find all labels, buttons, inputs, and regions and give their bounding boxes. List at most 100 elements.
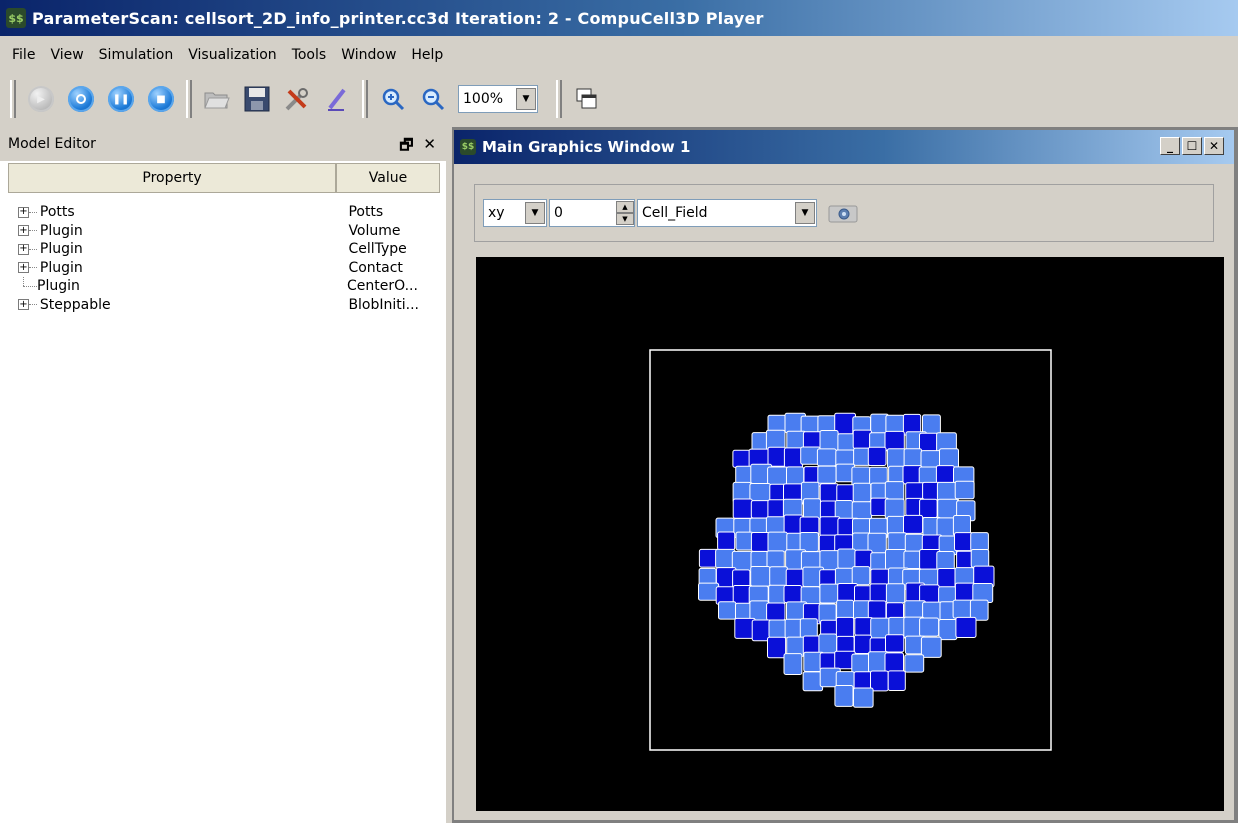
toolbar-separator [556,80,562,118]
chevron-down-icon[interactable]: ▼ [795,202,815,224]
cell [853,634,872,655]
cell [836,599,855,621]
zoom-value: 100% [463,91,504,107]
zoom-select[interactable]: 100% ▼ [458,85,538,113]
menu-window[interactable]: Window [335,47,405,63]
step-icon [68,86,94,112]
dock-splitter[interactable] [446,127,452,823]
cell [783,653,803,676]
main-graphics-window: $$ Main Graphics Window 1 _ ☐ ✕ xy ▼ 0 ▲… [454,130,1234,820]
cell [887,670,906,691]
menu-view[interactable]: View [44,47,92,63]
cascade-windows-button[interactable] [570,82,604,116]
cell [766,550,785,569]
folder-open-icon [204,92,230,109]
menu-bar: File View Simulation Visualization Tools… [0,38,1238,72]
cell [732,498,753,519]
screenshot-button[interactable] [827,202,859,224]
model-editor-dock: Model Editor 🗗 ✕ Property Value + Potts … [0,127,446,823]
cell [885,634,905,653]
cell [904,654,925,673]
chevron-down-icon[interactable]: ▼ [516,88,536,110]
expand-icon[interactable]: + [18,262,29,274]
cc3d-app-icon: $$ [6,8,26,28]
open-button[interactable] [200,82,234,116]
menu-help[interactable]: Help [405,47,452,63]
cell [837,548,856,569]
toolbar-separator [186,80,192,118]
cell-field-view [649,349,1052,751]
zoom-in-button[interactable] [376,82,410,116]
stop-button[interactable]: ■ [144,82,178,116]
tree-row[interactable]: Plugin CenterO... [18,277,438,296]
expand-icon[interactable]: + [18,206,29,218]
cell [767,636,787,659]
cell [885,583,906,604]
tree-row[interactable]: + Steppable BlobIniti... [18,296,438,315]
zoom-out-icon [422,88,445,111]
cell [768,619,788,639]
dock-title: Model Editor [8,136,96,152]
cell-blob [698,412,995,708]
close-button[interactable]: ✕ [1204,137,1224,155]
cell [919,498,938,519]
tools-icon [285,88,308,111]
slice-spinbox[interactable]: 0 ▲ ▼ [549,199,635,227]
title-bar: $$ ParameterScan: cellsort_2D_info_print… [0,0,1238,36]
cell [867,600,887,621]
toolbar-grip[interactable] [10,80,16,118]
cell [766,602,786,621]
menu-simulation[interactable]: Simulation [93,47,183,63]
cell [884,430,905,451]
maximize-icon: ☐ [1186,139,1198,153]
minimize-button[interactable]: _ [1160,137,1180,155]
property-name: Plugin [39,259,83,276]
cell [867,446,887,467]
property-value: BlobIniti... [348,296,420,313]
property-value: Potts [348,204,384,221]
configuration-button[interactable] [280,82,314,116]
cell [884,652,904,673]
tree-row[interactable]: + Plugin Contact [18,259,438,278]
cell [834,685,854,707]
column-header-value[interactable]: Value [336,163,440,193]
cell [819,483,839,504]
plane-select[interactable]: xy ▼ [483,199,547,227]
maximize-button[interactable]: ☐ [1182,137,1202,155]
tree-row[interactable]: + Plugin CellType [18,240,438,259]
step-button[interactable] [64,82,98,116]
close-icon[interactable]: ✕ [423,135,436,160]
plane-value: xy [488,205,505,221]
spin-down-icon[interactable]: ▼ [616,213,634,225]
cell [852,482,872,503]
spin-up-icon[interactable]: ▲ [616,201,634,213]
edit-xml-button[interactable] [320,82,354,116]
cell [799,618,818,639]
field-select[interactable]: Cell_Field ▼ [637,199,817,227]
save-button[interactable] [240,82,274,116]
property-value: CenterO... [347,278,418,295]
tree-row[interactable]: + Potts Potts [18,203,438,222]
graphics-window-title-bar[interactable]: $$ Main Graphics Window 1 _ ☐ ✕ [454,130,1234,164]
run-button[interactable]: ▶ [24,82,58,116]
pause-button[interactable]: ❚❚ [104,82,138,116]
tree-row[interactable]: + Plugin Volume [18,222,438,241]
menu-visualization[interactable]: Visualization [182,47,285,63]
zoom-out-button[interactable] [416,82,450,116]
cell [818,633,838,655]
chevron-down-icon[interactable]: ▼ [525,202,545,224]
expand-icon[interactable]: + [18,225,29,237]
expand-icon[interactable]: + [18,299,29,311]
float-icon[interactable]: 🗗 [399,135,413,160]
cell [769,566,788,587]
cell [852,429,873,450]
property-name: Steppable [39,296,111,313]
cell [735,531,754,551]
menu-tools[interactable]: Tools [286,47,336,63]
column-header-property[interactable]: Property [8,163,336,193]
graphics-canvas[interactable] [476,257,1224,811]
expand-icon[interactable]: + [18,243,29,255]
menu-file[interactable]: File [6,47,44,63]
cell [802,671,824,692]
main-toolbar: ▶ ❚❚ ■ 100% ▼ [0,74,1238,124]
